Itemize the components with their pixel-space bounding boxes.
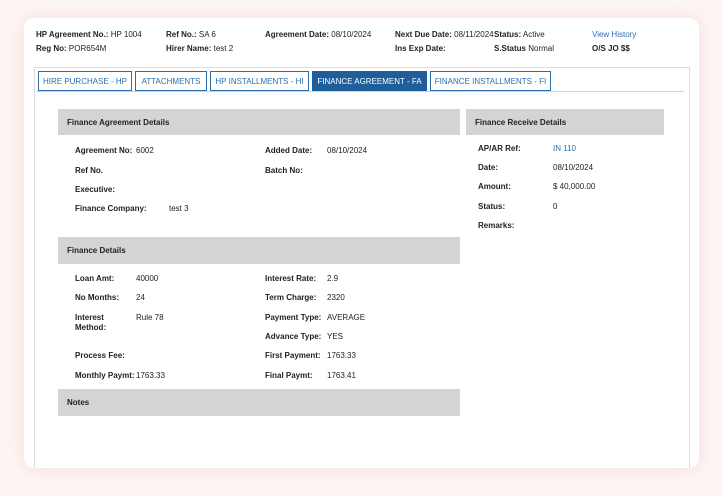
agreement-date-field: Agreement Date: 08/10/2024 xyxy=(265,30,371,39)
fr-apar-label: AP/AR Ref: xyxy=(478,144,521,153)
tab-finance-agreement[interactable]: FINANCE AGREEMENT - FA xyxy=(312,71,427,91)
fa-finance-company-value: test 3 xyxy=(169,204,189,213)
finance-agreement-header: Finance Agreement Details xyxy=(58,109,460,135)
fr-amount-label: Amount: xyxy=(478,182,511,191)
s-status-value: Normal xyxy=(528,44,555,53)
hirer-name-value: test 2 xyxy=(213,44,234,53)
next-due-label: Next Due Date: xyxy=(395,30,452,39)
fd-term-charge-label: Term Charge: xyxy=(265,293,317,302)
os-jo-label: O/S JO $$ xyxy=(592,44,630,53)
agreement-no-label: HP Agreement No.: xyxy=(36,30,109,39)
status-field: Status: Active xyxy=(494,30,545,39)
fa-finance-company-label: Finance Company: xyxy=(75,204,147,213)
fd-advance-type-value: YES xyxy=(327,332,344,341)
next-due-value: 08/11/2024 xyxy=(454,30,494,39)
fa-batch-no-label: Batch No: xyxy=(265,166,303,175)
fd-monthly-paymt-value: 1763.33 xyxy=(136,371,165,380)
fr-apar-link[interactable]: IN 110 xyxy=(553,144,576,153)
ins-exp-field: Ins Exp Date: xyxy=(395,44,446,53)
fd-loan-amt-label: Loan Amt: xyxy=(75,274,115,283)
fd-no-months-label: No Months: xyxy=(75,293,119,302)
fa-agreement-no-value: 6002 xyxy=(136,146,154,155)
tab-finance-installments[interactable]: FINANCE INSTALLMENTS - FI xyxy=(430,71,551,91)
fd-advance-type-label: Advance Type: xyxy=(265,332,322,341)
fd-interest-method-value: Rule 78 xyxy=(136,313,164,322)
ref-no-label: Ref No.: xyxy=(166,30,197,39)
fr-amount-value: $ 40,000.00 xyxy=(553,182,596,191)
agreement-no-value: HP 1004 xyxy=(110,30,142,39)
ins-exp-label: Ins Exp Date: xyxy=(395,44,446,53)
fd-loan-amt-value: 40000 xyxy=(136,274,159,283)
agreement-no-field: HP Agreement No.: HP 1004 xyxy=(36,30,142,39)
ref-no-field: Ref No.: SA 6 xyxy=(166,30,216,39)
fr-remarks-label: Remarks: xyxy=(478,221,515,230)
fd-interest-method-label-2: Method: xyxy=(75,323,107,332)
fd-term-charge-value: 2320 xyxy=(327,293,345,302)
hirer-name-field: Hirer Name: test 2 xyxy=(166,44,233,53)
reg-no-value: POR654M xyxy=(68,44,107,53)
fd-interest-method-label-1: Interest xyxy=(75,313,104,322)
fa-added-date-value: 08/10/2024 xyxy=(327,146,368,155)
fa-executive-label: Executive: xyxy=(75,185,116,194)
finance-receive-header: Finance Receive Details xyxy=(466,109,664,135)
reg-no-label: Reg No: xyxy=(36,44,67,53)
fd-monthly-paymt-label: Monthly Paymt: xyxy=(75,371,135,380)
fd-final-paymt-label: Final Paymt: xyxy=(265,371,313,380)
agreement-date-label: Agreement Date: xyxy=(265,30,330,39)
fd-process-fee-label: Process Fee: xyxy=(75,351,125,360)
fr-status-value: 0 xyxy=(553,202,558,211)
status-label: Status: xyxy=(494,30,522,39)
fd-no-months-value: 24 xyxy=(136,293,145,302)
fd-interest-rate-value: 2.9 xyxy=(327,274,339,283)
hirer-name-label: Hirer Name: xyxy=(166,44,212,53)
fa-agreement-no-label: Agreement No: xyxy=(75,146,133,155)
view-history-link[interactable]: View History xyxy=(592,30,636,39)
s-status-field: S.Status Normal xyxy=(494,44,554,53)
fd-interest-rate-label: Interest Rate: xyxy=(265,274,317,283)
notes-header: Notes xyxy=(58,389,460,416)
fd-payment-type-label: Payment Type: xyxy=(265,313,322,322)
fd-payment-type-value: AVERAGE xyxy=(327,313,366,322)
tab-attachments[interactable]: ATTACHMENTS xyxy=(135,71,207,91)
fa-added-date-label: Added Date: xyxy=(265,146,313,155)
tab-hire-purchase[interactable]: HIRE PURCHASE - HP xyxy=(38,71,132,91)
fr-status-label: Status: xyxy=(478,202,506,211)
fd-first-payment-value: 1763.33 xyxy=(327,351,356,360)
fr-date-label: Date: xyxy=(478,163,499,172)
fd-final-paymt-value: 1763.41 xyxy=(327,371,356,380)
next-due-field: Next Due Date: 08/11/2024 xyxy=(395,30,494,39)
fa-ref-no-label: Ref No. xyxy=(75,166,103,175)
finance-details-header: Finance Details xyxy=(58,237,460,264)
fd-first-payment-label: First Payment: xyxy=(265,351,321,360)
tab-hp-installments[interactable]: HP INSTALLMENTS - HI xyxy=(210,71,309,91)
agreement-date-value: 08/10/2024 xyxy=(331,30,372,39)
reg-no-field: Reg No: POR654M xyxy=(36,44,106,53)
ref-no-value: SA 6 xyxy=(198,30,216,39)
fr-date-value: 08/10/2024 xyxy=(553,163,594,172)
tab-divider xyxy=(36,91,684,92)
s-status-label: S.Status xyxy=(494,44,527,53)
status-value: Active xyxy=(522,30,545,39)
